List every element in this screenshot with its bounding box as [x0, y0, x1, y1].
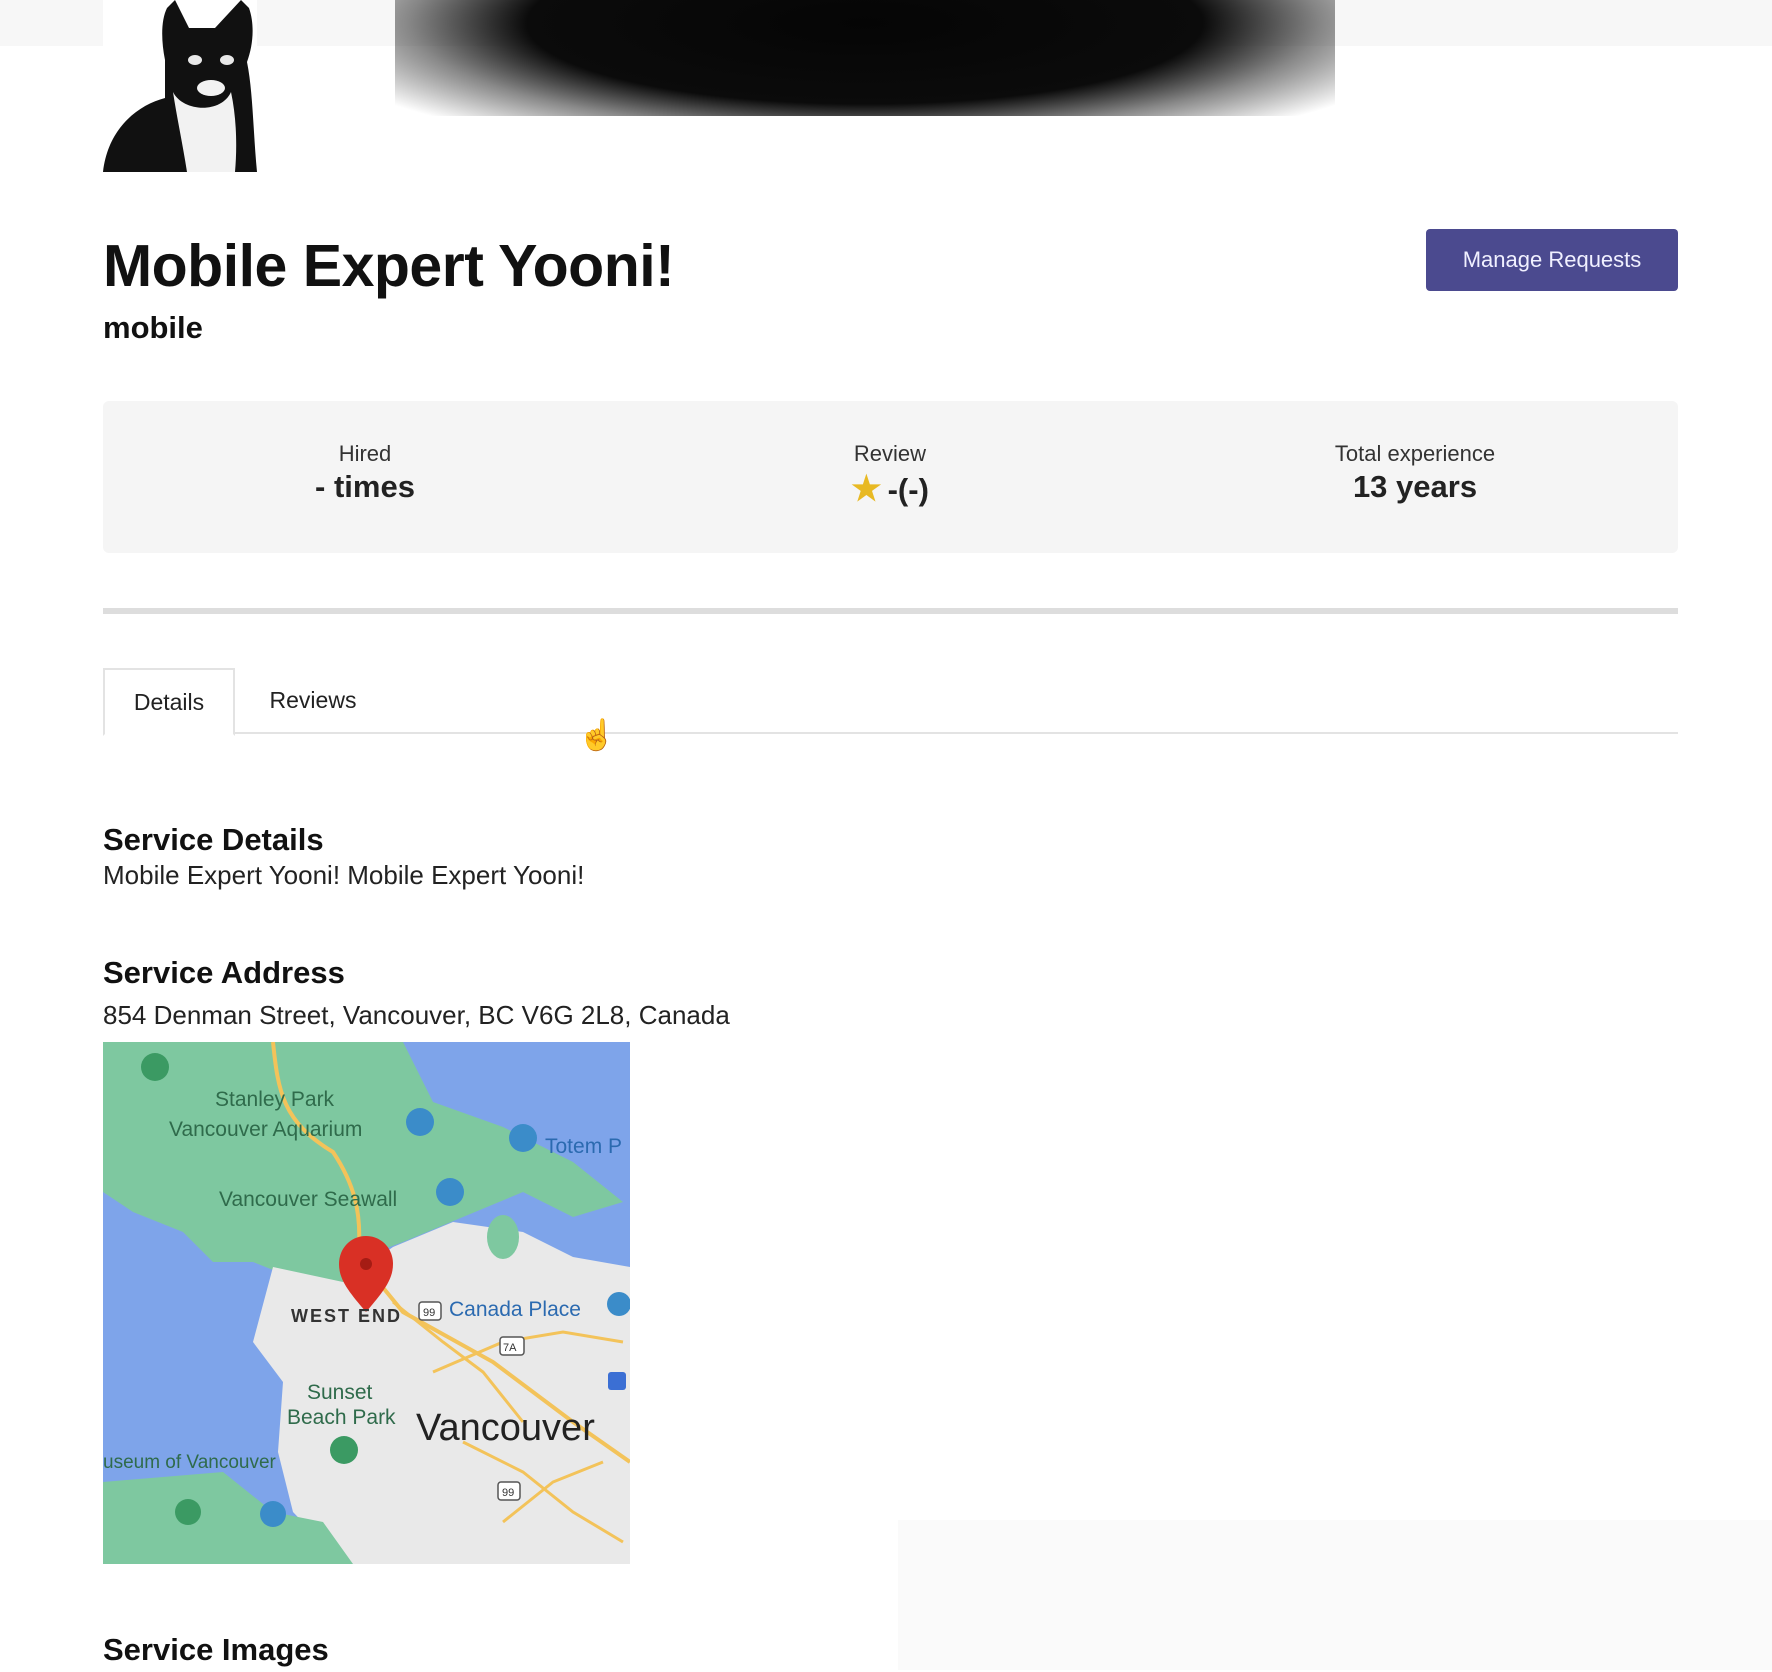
- section-divider: [103, 608, 1678, 614]
- tab-reviews[interactable]: Reviews: [253, 668, 373, 732]
- manage-requests-button[interactable]: Manage Requests: [1426, 229, 1678, 291]
- service-images-heading: Service Images: [103, 1632, 329, 1667]
- map-label-sunset: Sunset: [307, 1381, 373, 1404]
- map-label-route-99-south: 99: [502, 1487, 514, 1499]
- map-label-aquarium: Vancouver Aquarium: [169, 1118, 362, 1141]
- service-details-heading: Service Details: [103, 822, 324, 857]
- map-label-west-end: WEST END: [291, 1306, 402, 1326]
- service-address-text: 854 Denman Street, Vancouver, BC V6G 2L8…: [103, 1000, 730, 1030]
- star-icon: ★: [851, 470, 882, 508]
- map-label-museum: useum of Vancouver: [103, 1452, 277, 1473]
- stat-review-row: ★ -(-): [740, 469, 1040, 509]
- map-label-route-7a: 7A: [503, 1342, 517, 1354]
- map-label-totem: Totem P: [545, 1135, 622, 1158]
- stats-card: Hired - times Review ★ -(-) Total experie…: [103, 401, 1678, 553]
- stat-review-label: Review: [853, 441, 927, 466]
- profile-banner-image: [395, 0, 1335, 116]
- video-controls-overlay: [898, 1520, 1772, 1670]
- stat-review-value: -(-): [887, 472, 929, 507]
- hand-cursor-icon: ☝: [578, 719, 616, 752]
- service-details-text: Mobile Expert Yooni! Mobile Expert Yooni…: [103, 860, 585, 890]
- stat-hired: Hired - times: [215, 441, 515, 505]
- map-label-vancouver: Vancouver: [416, 1407, 595, 1449]
- page-title: Mobile Expert Yooni!: [103, 233, 675, 299]
- category-label: mobile: [103, 310, 203, 345]
- map-label-stanley-park: Stanley Park: [215, 1088, 335, 1111]
- map-label-canada-place: Canada Place: [449, 1298, 581, 1321]
- tab-bar: Details Reviews: [103, 668, 1678, 736]
- stat-experience-value: 13 years: [1352, 469, 1478, 504]
- stat-experience: Total experience 13 years: [1265, 441, 1565, 505]
- avatar: [103, 0, 257, 172]
- stat-hired-value: - times: [315, 469, 415, 504]
- stat-hired-label: Hired: [338, 441, 392, 466]
- map-label-route-99: 99: [423, 1307, 435, 1319]
- stat-review: Review ★ -(-): [740, 441, 1040, 509]
- map-label-beach-park: Beach Park: [287, 1406, 396, 1429]
- stat-experience-label: Total experience: [1334, 441, 1496, 466]
- map-label-seawall: Vancouver Seawall: [219, 1188, 397, 1211]
- tab-details[interactable]: Details: [103, 668, 235, 736]
- location-map[interactable]: Stanley Park Vancouver Aquarium Totem P …: [103, 1042, 630, 1564]
- service-address-heading: Service Address: [103, 955, 345, 990]
